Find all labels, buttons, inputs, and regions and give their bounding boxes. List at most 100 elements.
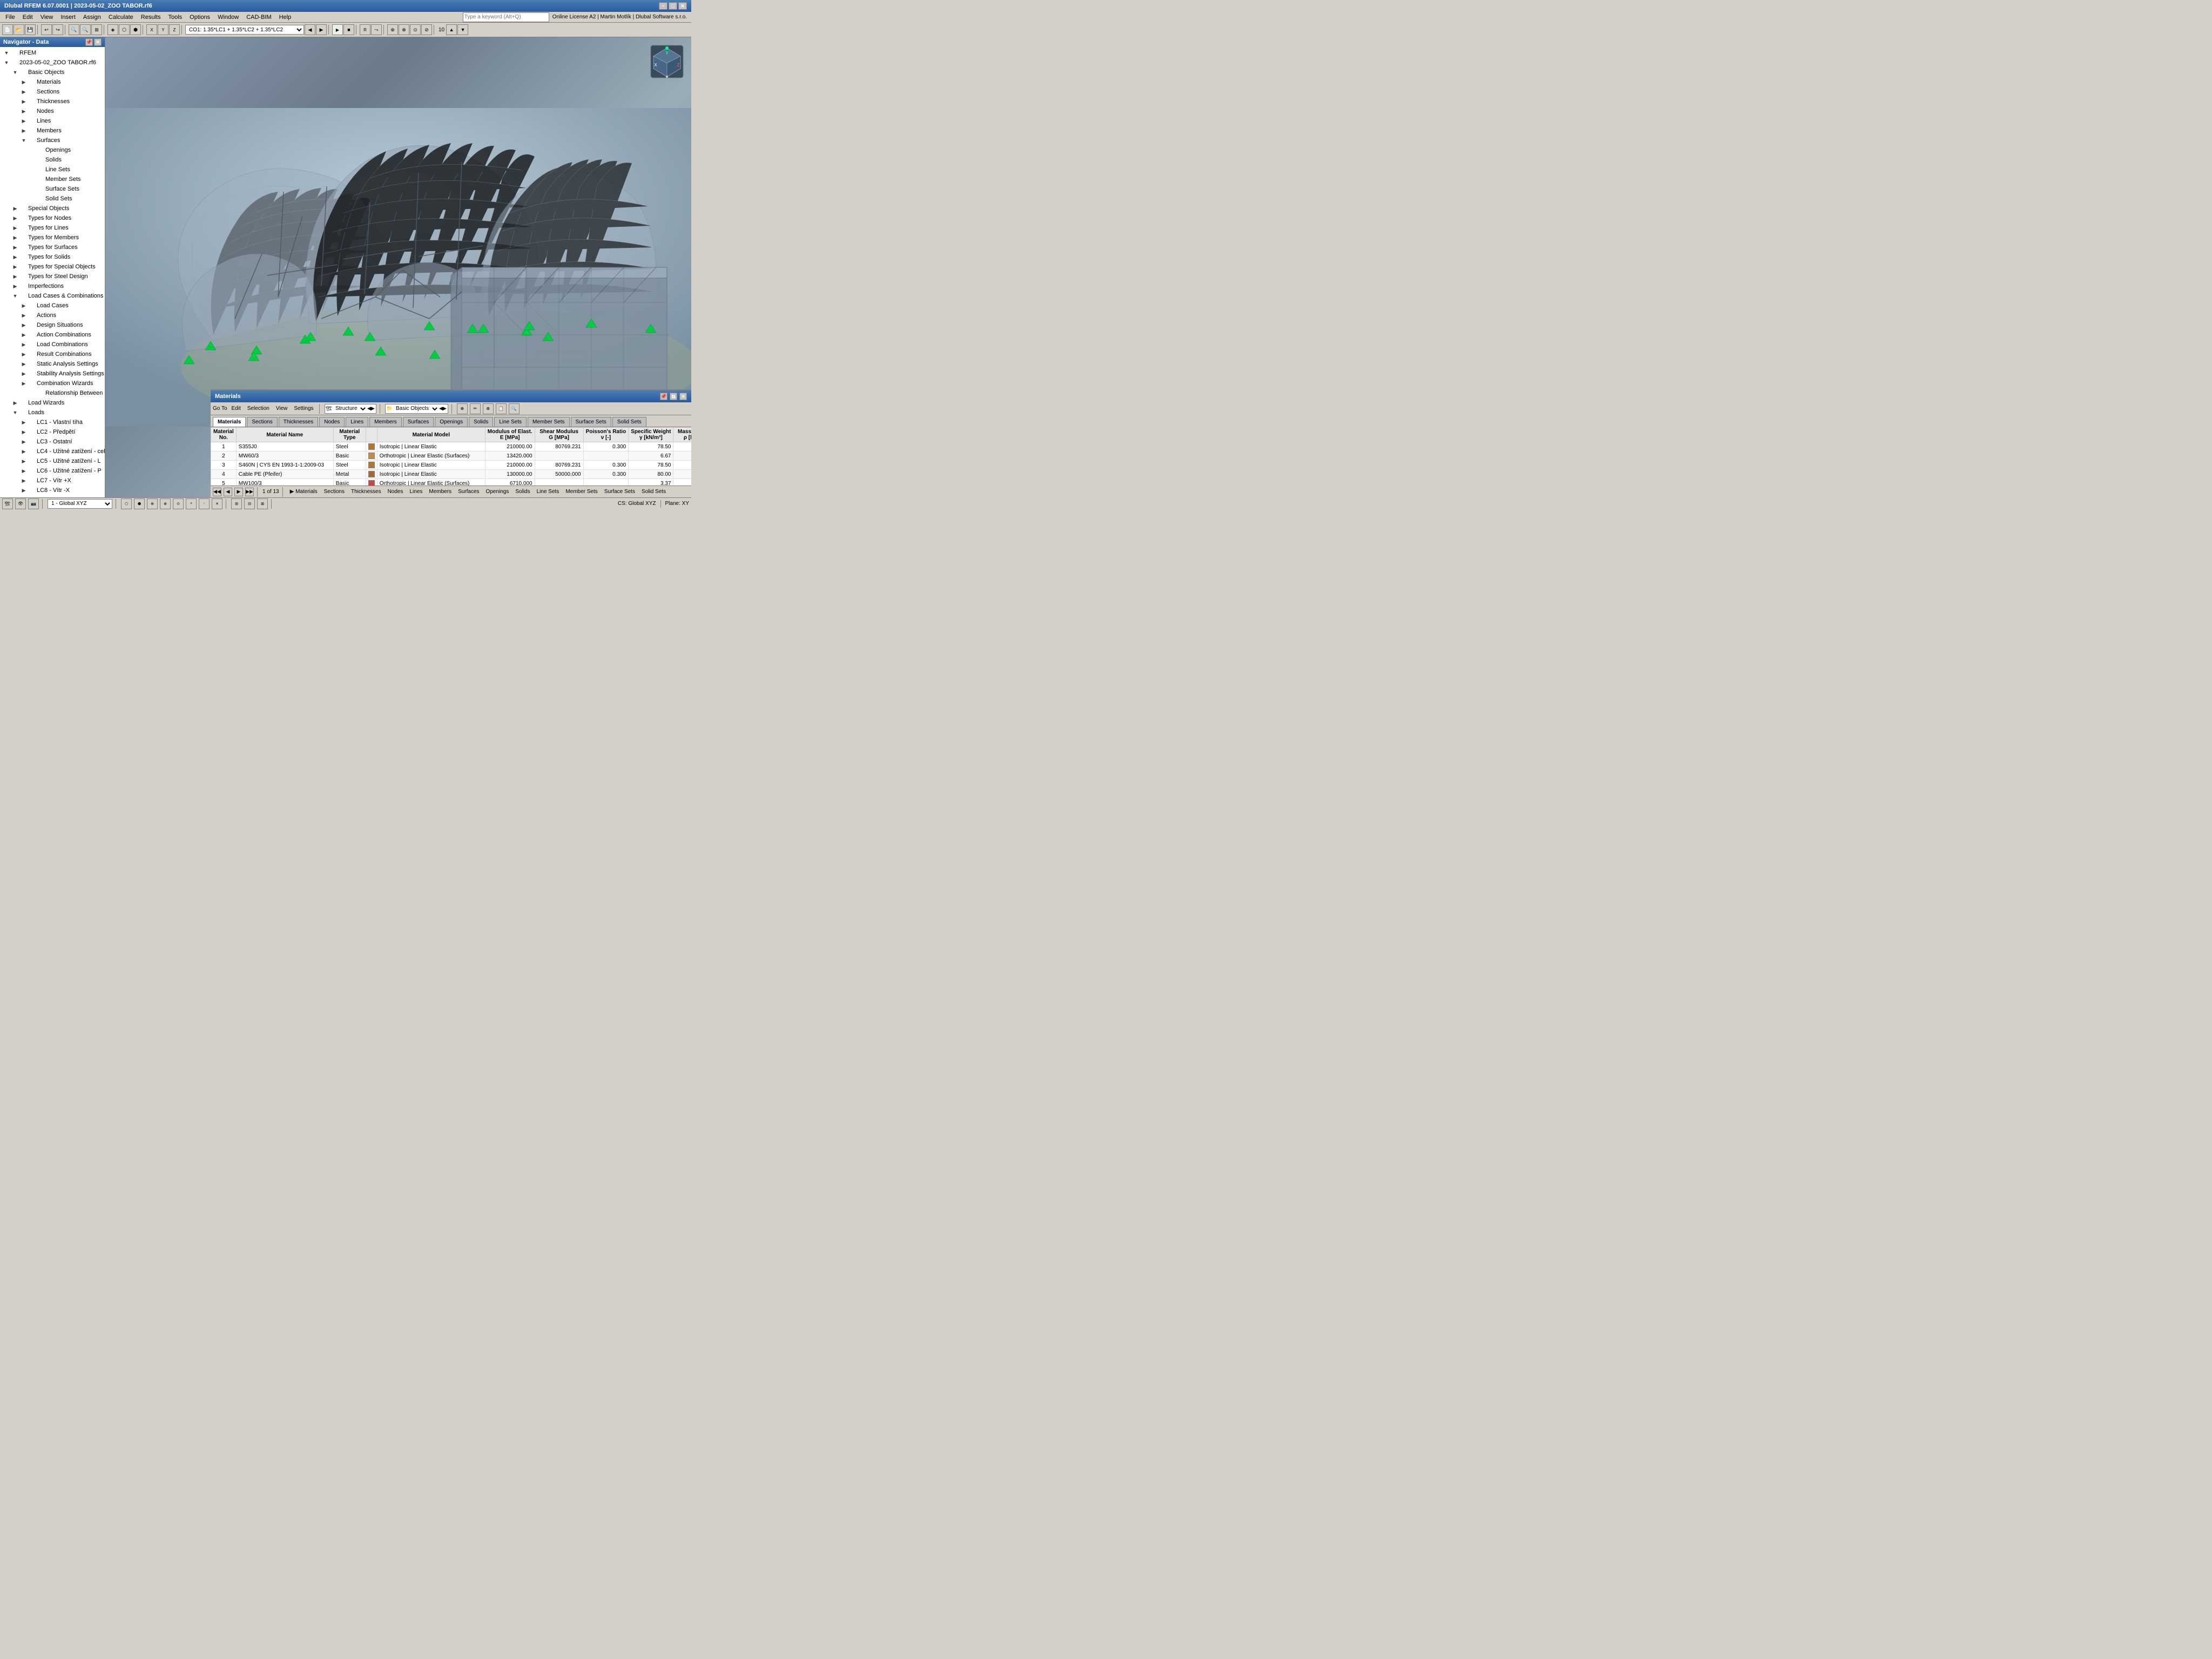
table-cell[interactable]: 210000.00 bbox=[485, 461, 535, 470]
table-cell[interactable]: 7850.00 bbox=[673, 442, 691, 451]
table-cell[interactable]: 78.50 bbox=[629, 461, 673, 470]
navigator-pin-btn[interactable]: 📌 bbox=[85, 38, 93, 46]
tree-expand-special-objects[interactable]: ▶ bbox=[11, 206, 19, 212]
tree-expand-lc5[interactable]: ▶ bbox=[19, 458, 28, 464]
save-btn[interactable]: 💾 bbox=[25, 24, 36, 35]
table-cell[interactable]: 78.50 bbox=[629, 442, 673, 451]
table-cell[interactable]: 8000.00 bbox=[673, 470, 691, 479]
tree-expand-lc1[interactable]: ▶ bbox=[19, 420, 28, 426]
z-axis-btn[interactable]: Z bbox=[169, 24, 180, 35]
menu-help[interactable]: Help bbox=[276, 13, 295, 22]
col-G[interactable]: Shear ModulusG [MPa] bbox=[535, 428, 583, 442]
misc2-btn[interactable]: ⊗ bbox=[399, 24, 409, 35]
undo-btn[interactable]: ↩ bbox=[41, 24, 52, 35]
col-name[interactable]: Material Name bbox=[236, 428, 333, 442]
bottom-btn9[interactable]: + bbox=[186, 498, 197, 509]
zoom-in-btn[interactable]: 🔍 bbox=[69, 24, 79, 35]
new-btn[interactable]: 📄 bbox=[2, 24, 13, 35]
table-cell[interactable]: 13420.000 bbox=[485, 451, 535, 461]
tab-sections[interactable]: Sections bbox=[247, 417, 277, 427]
snap-dec[interactable]: ▼ bbox=[457, 24, 468, 35]
table-cell[interactable] bbox=[535, 451, 583, 461]
tree-item-special-objects[interactable]: ▶Special Objects bbox=[0, 204, 105, 213]
tree-expand-load-combinations[interactable]: ▶ bbox=[19, 342, 28, 348]
table-cell[interactable]: 3.37 bbox=[629, 479, 673, 486]
table-cell[interactable]: 50000.000 bbox=[535, 470, 583, 479]
tree-expand-basic-objects[interactable]: ▼ bbox=[11, 70, 19, 75]
tree-expand-load-cases[interactable]: ▶ bbox=[19, 303, 28, 309]
nav-last-btn[interactable]: ▶▶ bbox=[245, 488, 254, 496]
tree-expand-static-analysis[interactable]: ▶ bbox=[19, 361, 28, 367]
table-cell[interactable]: Isotropic | Linear Elastic bbox=[377, 461, 485, 470]
prev-lc-btn[interactable]: ◀ bbox=[305, 24, 315, 35]
bottom-tab-line-sets[interactable]: Line Sets bbox=[535, 489, 562, 495]
tree-item-lines[interactable]: ▶Lines bbox=[0, 116, 105, 126]
tree-expand-types-lines[interactable]: ▶ bbox=[11, 225, 19, 231]
tree-item-combination-wizards[interactable]: ▶Combination Wizards bbox=[0, 379, 105, 388]
tree-item-action-combinations[interactable]: ▶Action Combinations bbox=[0, 330, 105, 340]
y-axis-btn[interactable]: Y bbox=[158, 24, 168, 35]
menu-options[interactable]: Options bbox=[186, 13, 213, 22]
tree-item-solids[interactable]: Solids bbox=[0, 155, 105, 165]
tree-item-lc4[interactable]: ▶LC4 - Užitné zatížení - celá plocha bbox=[0, 447, 105, 456]
tree-item-types-surfaces[interactable]: ▶Types for Surfaces bbox=[0, 242, 105, 252]
table-row[interactable]: 4Cable PE (Pfeifer)MetalIsotropic | Line… bbox=[211, 470, 692, 479]
tab-line-sets[interactable]: Line Sets bbox=[494, 417, 527, 427]
fit-btn[interactable]: ⊞ bbox=[91, 24, 102, 35]
bottom-btn1[interactable]: 🏗 bbox=[2, 498, 13, 509]
table-cell[interactable]: MW100/3 bbox=[236, 479, 333, 486]
stop-btn[interactable]: ■ bbox=[343, 24, 354, 35]
materials-pin-btn[interactable]: 📌 bbox=[660, 393, 667, 400]
tree-item-solid-sets[interactable]: Solid Sets bbox=[0, 194, 105, 204]
tree-expand-lc6[interactable]: ▶ bbox=[19, 468, 28, 474]
tree-expand-materials[interactable]: ▶ bbox=[19, 79, 28, 85]
col-model[interactable]: Material Model bbox=[377, 428, 485, 442]
tree-item-load-combinations[interactable]: ▶Load Combinations bbox=[0, 340, 105, 349]
tree-expand-lines[interactable]: ▶ bbox=[19, 118, 28, 124]
load-case-combo[interactable]: CO1: 1.35*LC1 + 1.35*LC2 + 1.35*LC2 bbox=[185, 25, 304, 35]
tree-item-members[interactable]: ▶Members bbox=[0, 126, 105, 136]
bottom-tab-sections[interactable]: Sections bbox=[322, 489, 347, 495]
bottom-tab-members[interactable]: Members bbox=[427, 489, 454, 495]
col-type[interactable]: MaterialType bbox=[333, 428, 366, 442]
table-cell[interactable]: 6710.000 bbox=[485, 479, 535, 486]
tab-members[interactable]: Members bbox=[369, 417, 402, 427]
nav-next-btn[interactable]: ▶ bbox=[234, 488, 243, 496]
bottom-tab-thicknesses[interactable]: Thicknesses bbox=[349, 489, 383, 495]
tree-expand-combination-wizards[interactable]: ▶ bbox=[19, 381, 28, 387]
table-cell[interactable]: S460N | CYS EN 1993-1-1:2009-03 bbox=[236, 461, 333, 470]
bottom-snap3[interactable]: ⊠ bbox=[257, 498, 268, 509]
menu-tools[interactable]: Tools bbox=[165, 13, 185, 22]
bottom-btn4[interactable]: ⬡ bbox=[121, 498, 132, 509]
bottom-btn10[interactable]: - bbox=[199, 498, 210, 509]
tree-item-sections[interactable]: ▶Sections bbox=[0, 87, 105, 97]
tree-expand-lc3[interactable]: ▶ bbox=[19, 439, 28, 445]
tree-expand-types-nodes[interactable]: ▶ bbox=[11, 215, 19, 221]
bottom-tab-lines[interactable]: Lines bbox=[407, 489, 424, 495]
tree-item-static-analysis[interactable]: ▶Static Analysis Settings bbox=[0, 359, 105, 369]
table-cell[interactable]: Steel bbox=[333, 442, 366, 451]
table-cell[interactable]: Orthotropic | Linear Elastic (Surfaces) bbox=[377, 451, 485, 461]
next-lc-btn[interactable]: ▶ bbox=[316, 24, 327, 35]
misc4-btn[interactable]: ⊘ bbox=[421, 24, 432, 35]
open-btn[interactable]: 📂 bbox=[14, 24, 24, 35]
tab-surface-sets[interactable]: Surface Sets bbox=[571, 417, 611, 427]
table-cell[interactable]: 337.00 bbox=[673, 479, 691, 486]
tree-expand-types-surfaces[interactable]: ▶ bbox=[11, 245, 19, 251]
table-cell[interactable] bbox=[535, 479, 583, 486]
tree-item-thicknesses[interactable]: ▶Thicknesses bbox=[0, 97, 105, 106]
table-cell[interactable]: 80769.231 bbox=[535, 442, 583, 451]
table-cell[interactable]: 210000.00 bbox=[485, 442, 535, 451]
tree-expand-load-cases-comb[interactable]: ▼ bbox=[11, 293, 19, 299]
solid-btn[interactable]: ⬢ bbox=[130, 24, 141, 35]
bottom-tab-surface-sets[interactable]: Surface Sets bbox=[602, 489, 637, 495]
tree-item-lc6[interactable]: ▶LC6 - Užitné zatížení - P bbox=[0, 466, 105, 476]
results-btn[interactable]: R bbox=[360, 24, 370, 35]
tab-thicknesses[interactable]: Thicknesses bbox=[279, 417, 319, 427]
mat-tb-btn1[interactable]: ⊕ bbox=[457, 403, 468, 414]
table-row[interactable]: 3S460N | CYS EN 1993-1-1:2009-03SteelIso… bbox=[211, 461, 692, 470]
table-cell[interactable]: 667.00 bbox=[673, 451, 691, 461]
tree-item-nodes[interactable]: ▶Nodes bbox=[0, 106, 105, 116]
menu-assign[interactable]: Assign bbox=[80, 13, 104, 22]
table-cell[interactable]: Orthotropic | Linear Elastic (Surfaces) bbox=[377, 479, 485, 486]
